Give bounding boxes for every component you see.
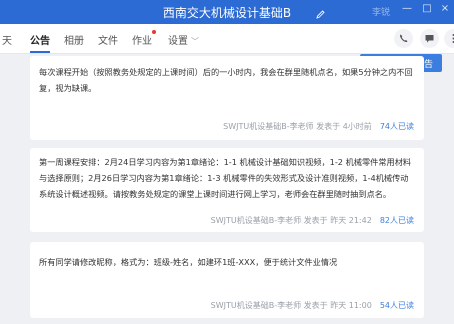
tab-homework[interactable]: 作业 <box>132 32 152 47</box>
announcement-card[interactable]: 第一周课程安排：2月24日学习内容为第1章绪论：1-1 机械设计基础知识视频，1… <box>30 148 424 232</box>
read-count[interactable]: 82人已读 <box>380 216 414 225</box>
more-icon[interactable] <box>444 29 454 48</box>
tab-settings-label: 设置 <box>168 36 188 47</box>
tab-settings[interactable]: 设置 ﹀ <box>168 32 199 47</box>
announcement-footer: SWJTU机设基础B-李老师 发表于 昨天 21:42 82人已读 <box>211 215 414 226</box>
announcement-meta: SWJTU机设基础B-李老师 发表于 昨天 11:00 <box>210 301 372 310</box>
tab-chat[interactable]: 天 <box>2 32 12 47</box>
tab-announcements[interactable]: 公告 <box>30 32 50 47</box>
user-name: 李锐 <box>372 8 391 18</box>
announcement-footer: SWJTU机设基础B-李老师 发表于 4小时前 74人已读 <box>223 121 414 132</box>
read-count[interactable]: 74人已读 <box>380 122 414 131</box>
announcement-card[interactable]: 每次课程开始（按照教务处规定的上课时间）后的一小时内，我会在群里随机点名，如果5… <box>30 56 424 140</box>
tab-album[interactable]: 相册 <box>64 32 84 47</box>
announcement-card[interactable]: 所有同学请修改昵称，格式为：班级-姓名，如建环1班-XXX，便于统计文件业情况 … <box>30 242 424 318</box>
phone-icon[interactable] <box>394 29 413 48</box>
announcement-footer: SWJTU机设基础B-李老师 发表于 昨天 11:00 54人已读 <box>211 300 414 311</box>
announcement-meta: SWJTU机设基础B-李老师 发表于 昨天 21:42 <box>210 216 372 225</box>
active-tab-indicator <box>30 51 50 53</box>
announcement-text: 第一周课程安排：2月24日学习内容为第1章绪论：1-1 机械设计基础知识视频，1… <box>39 157 412 199</box>
tab-files[interactable]: 文件 <box>98 32 118 47</box>
announcement-text: 每次课程开始（按照教务处规定的上课时间）后的一小时内，我会在群里随机点名，如果5… <box>39 67 413 93</box>
minimize-icon[interactable]: — <box>400 2 414 16</box>
announcement-meta: SWJTU机设基础B-李老师 发表于 4小时前 <box>223 122 372 131</box>
chevron-down-icon: ﹀ <box>191 37 199 46</box>
title-bar: 西南交大机械设计基础B 李锐 — □ × <box>0 0 454 24</box>
message-icon[interactable] <box>420 29 439 48</box>
maximize-icon[interactable]: □ <box>420 2 434 16</box>
read-count[interactable]: 54人已读 <box>380 301 414 310</box>
close-icon[interactable]: × <box>438 2 452 16</box>
edit-title-icon[interactable] <box>315 5 326 19</box>
homework-notification-dot <box>152 30 156 34</box>
announcement-text: 所有同学请修改昵称，格式为：班级-姓名，如建环1班-XXX，便于统计文件业情况 <box>39 257 338 267</box>
tab-bar: 天 公告 相册 文件 作业 设置 ﹀ <box>0 24 454 54</box>
